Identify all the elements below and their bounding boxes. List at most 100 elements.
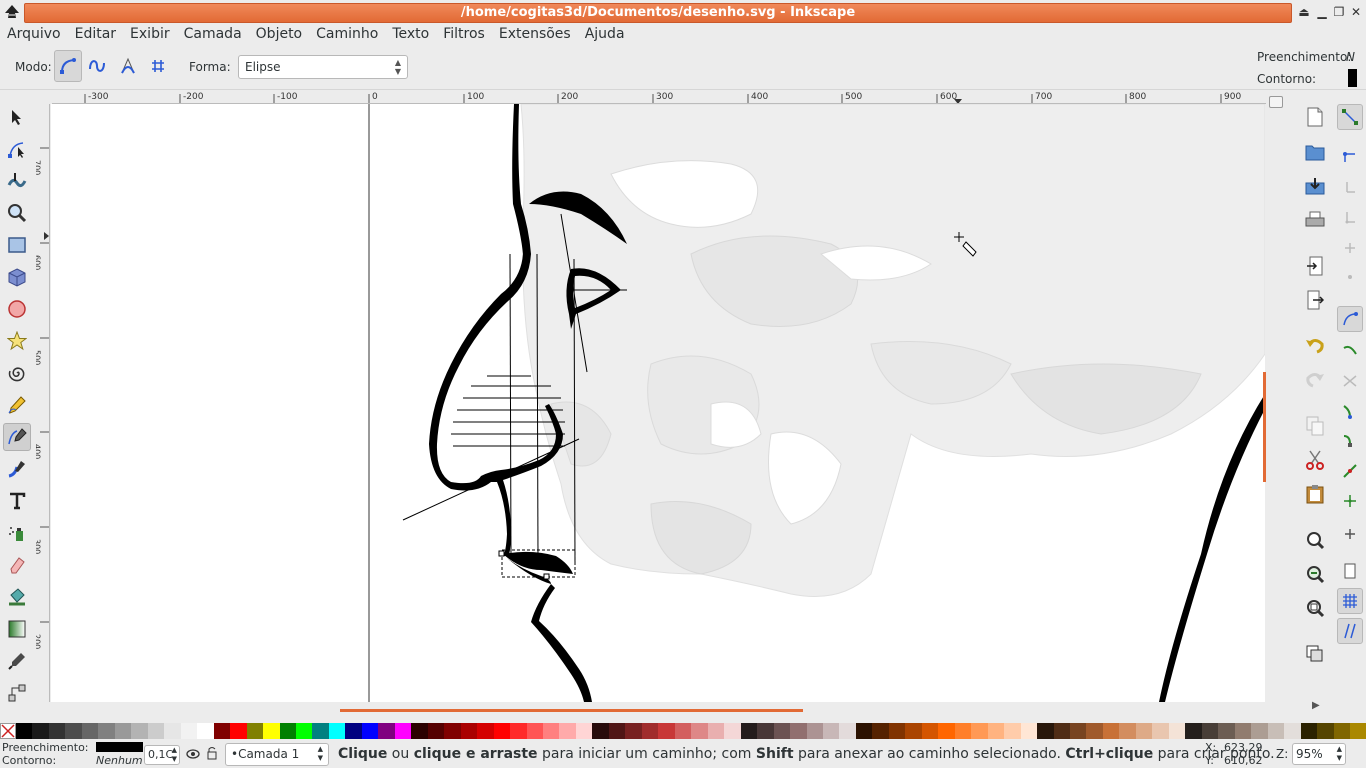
zoom-page-button[interactable] <box>1303 596 1327 620</box>
palette-swatch[interactable] <box>98 723 115 739</box>
snap-bbox-corner-button[interactable] <box>1337 204 1363 230</box>
palette-swatch[interactable] <box>674 723 692 739</box>
snap-nodes-button[interactable] <box>1337 306 1363 332</box>
shade-icon[interactable]: ⏏ <box>1297 5 1311 19</box>
palette-swatch[interactable] <box>263 723 280 739</box>
palette-swatch[interactable] <box>1152 723 1169 739</box>
palette-swatch[interactable] <box>394 723 412 739</box>
palette-swatch[interactable] <box>378 723 395 739</box>
palette-swatch[interactable] <box>773 723 791 739</box>
palette-swatch[interactable] <box>180 723 198 739</box>
palette-swatch[interactable] <box>872 723 889 739</box>
text-tool[interactable] <box>3 487 31 515</box>
snap-cusp-nodes-button[interactable] <box>1337 398 1363 424</box>
vertical-ruler[interactable]: 700 600 500 400 300 200 <box>36 104 50 702</box>
menu-editar[interactable]: Editar <box>68 25 123 43</box>
palette-swatch[interactable] <box>460 723 478 739</box>
palette-swatch[interactable] <box>230 723 247 739</box>
vertical-scrollbar[interactable] <box>1263 96 1296 708</box>
gradient-tool[interactable] <box>3 615 31 643</box>
palette-swatch[interactable] <box>724 723 741 739</box>
snap-object-midpoints-button[interactable] <box>1337 488 1363 514</box>
palette-swatch[interactable] <box>1037 723 1054 739</box>
palette-swatch[interactable] <box>147 723 165 739</box>
snap-smooth-nodes-button[interactable] <box>1337 428 1363 454</box>
palette-swatch[interactable] <box>1086 723 1103 739</box>
palette-swatch[interactable] <box>213 723 231 739</box>
selector-tool[interactable] <box>3 103 31 131</box>
palette-swatch[interactable] <box>312 723 329 739</box>
status-stroke-value[interactable]: Nenhum <box>96 754 143 767</box>
palette-swatch[interactable] <box>328 723 346 739</box>
palette-swatch[interactable] <box>65 723 82 739</box>
spray-tool[interactable] <box>3 519 31 547</box>
zoom-selection-button[interactable] <box>1303 528 1327 552</box>
palette-swatch[interactable] <box>888 723 906 739</box>
palette-swatch[interactable] <box>1201 723 1219 739</box>
snap-bbox-center-button[interactable] <box>1337 264 1363 290</box>
opacity-spinbox[interactable]: 0,1C ▲ ▼ <box>144 745 180 765</box>
palette-swatch[interactable] <box>1185 723 1202 739</box>
palette-swatch[interactable] <box>1020 723 1038 739</box>
menu-camada[interactable]: Camada <box>177 25 249 43</box>
palette-swatch[interactable] <box>114 723 132 739</box>
node-handle[interactable] <box>498 550 505 557</box>
palette-swatch[interactable] <box>493 723 511 739</box>
palette-swatch[interactable] <box>510 723 527 739</box>
layer-select[interactable]: •Camada 1 ▲ ▼ <box>225 743 329 766</box>
paste-button[interactable] <box>1303 482 1327 506</box>
palette-swatch[interactable] <box>839 723 856 739</box>
paint-bucket-tool[interactable] <box>3 583 31 611</box>
palette-swatch[interactable] <box>691 723 708 739</box>
horizontal-scrollbar[interactable] <box>51 704 1265 722</box>
scrollbar-thumb[interactable] <box>340 709 803 712</box>
mode-bezier-button[interactable] <box>54 50 82 82</box>
palette-swatch[interactable] <box>1349 723 1366 739</box>
scrollbar-thumb[interactable] <box>1263 372 1266 482</box>
ellipse-tool[interactable] <box>3 295 31 323</box>
palette-swatch[interactable] <box>164 723 181 739</box>
drawing-canvas[interactable] <box>51 104 1265 702</box>
menu-objeto[interactable]: Objeto <box>249 25 309 43</box>
snap-grid-button[interactable] <box>1337 588 1363 614</box>
save-button[interactable] <box>1303 174 1327 198</box>
snap-path-intersection-button[interactable] <box>1337 368 1363 394</box>
palette-swatch[interactable] <box>1218 723 1235 739</box>
rectangle-tool[interactable] <box>3 231 31 259</box>
menu-extensoes[interactable]: Extensões <box>492 25 578 43</box>
zoom-tool[interactable] <box>3 199 31 227</box>
no-paint-swatch[interactable] <box>0 723 16 739</box>
connector-tool[interactable] <box>3 679 31 707</box>
palette-swatch[interactable] <box>1317 723 1334 739</box>
palette-swatch[interactable] <box>1070 723 1087 739</box>
snap-line-midpoints-button[interactable] <box>1337 458 1363 484</box>
palette-swatch[interactable] <box>361 723 379 739</box>
node-tool[interactable] <box>3 135 31 163</box>
layer-visibility-eye-icon[interactable] <box>186 748 200 760</box>
snap-bbox-midpoint-button[interactable] <box>1337 234 1363 260</box>
mode-paraxial-button[interactable] <box>144 50 172 82</box>
undo-button[interactable] <box>1303 333 1327 357</box>
palette-swatch[interactable] <box>246 723 264 739</box>
palette-swatch[interactable] <box>1168 723 1186 739</box>
palette-swatch[interactable] <box>790 723 807 739</box>
pen-tool[interactable] <box>3 423 31 451</box>
palette-swatch[interactable] <box>987 723 1005 739</box>
import-button[interactable] <box>1303 254 1327 278</box>
new-document-button[interactable] <box>1303 105 1327 129</box>
cut-button[interactable] <box>1303 448 1327 472</box>
menu-caminho[interactable]: Caminho <box>309 25 385 43</box>
lock-guides-icon[interactable] <box>1269 96 1283 108</box>
palette-swatch[interactable] <box>197 723 214 739</box>
palette-swatch[interactable] <box>855 723 873 739</box>
palette-swatch[interactable] <box>592 723 609 739</box>
palette-swatch[interactable] <box>1333 723 1350 739</box>
layer-lock-icon[interactable] <box>206 746 218 760</box>
palette-swatch[interactable] <box>1119 723 1136 739</box>
duplicate-button[interactable] <box>1303 642 1327 666</box>
palette-swatch[interactable] <box>543 723 560 739</box>
palette-swatch[interactable] <box>608 723 626 739</box>
palette-swatch[interactable] <box>1102 723 1120 739</box>
mode-spiro-button[interactable] <box>83 50 111 82</box>
snap-guides-button[interactable] <box>1337 618 1363 644</box>
